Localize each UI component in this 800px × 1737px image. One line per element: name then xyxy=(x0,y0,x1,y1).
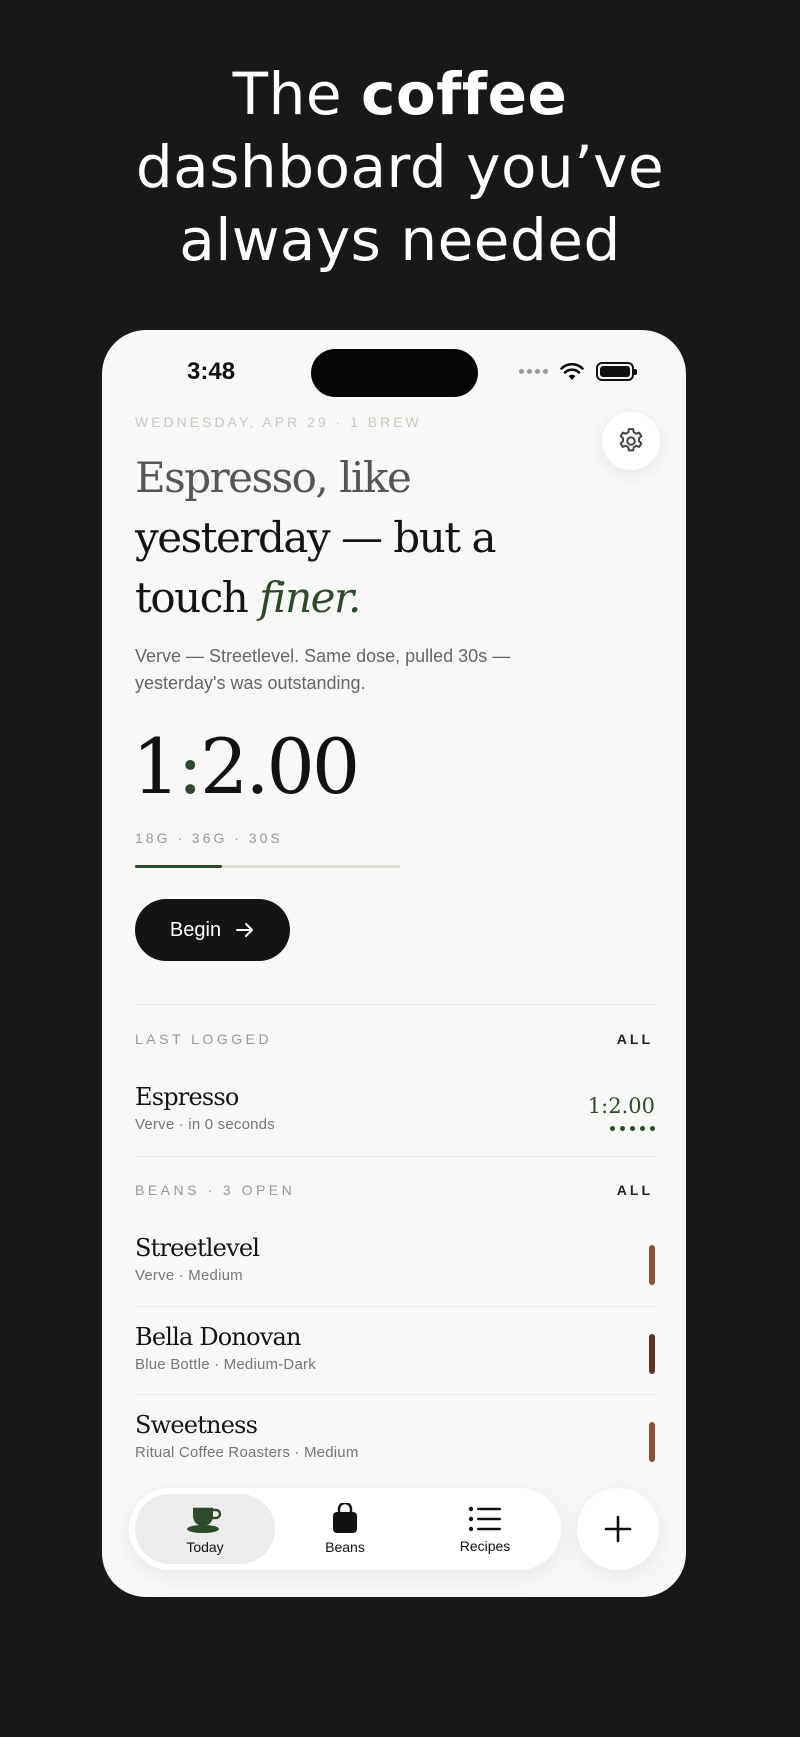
plus-icon xyxy=(604,1515,632,1543)
headline-line-3: always needed xyxy=(179,206,621,274)
bean-subtitle: Verve · Medium xyxy=(135,1267,243,1284)
rating-dot xyxy=(620,1126,625,1131)
headline-line-2: dashboard you’ve xyxy=(135,133,665,201)
brew-progress-bar xyxy=(135,865,400,868)
rating-dot xyxy=(610,1126,615,1131)
bean-item[interactable]: Bella Donovan Blue Bottle · Medium-Dark xyxy=(135,1322,655,1384)
headline-text: The xyxy=(232,60,361,128)
headline-bold: coffee xyxy=(360,60,568,128)
last-logged-label: LAST LOGGED xyxy=(135,1031,273,1047)
ratio-right: 2.00 xyxy=(199,722,360,811)
page-title: Espresso, like yesterday — but a touch f… xyxy=(135,448,555,628)
date-line: WEDNESDAY, APR 29 · 1 BREW xyxy=(135,414,422,430)
bean-title: Sweetness xyxy=(135,1411,258,1439)
bean-title: Bella Donovan xyxy=(135,1323,301,1351)
signal-icon xyxy=(519,369,548,374)
brew-description: Verve — Streetlevel. Same dose, pulled 3… xyxy=(135,646,511,693)
settings-button[interactable] xyxy=(602,412,660,470)
tab-recipes[interactable]: Recipes xyxy=(415,1494,555,1564)
rating-dots xyxy=(588,1126,655,1131)
bean-item[interactable]: Sweetness Ritual Coffee Roasters · Mediu… xyxy=(135,1410,655,1472)
begin-button[interactable]: Begin xyxy=(135,899,290,961)
divider xyxy=(135,1156,655,1157)
dynamic-island xyxy=(311,349,478,397)
tab-today[interactable]: Today xyxy=(135,1494,275,1564)
status-time: 3:48 xyxy=(187,358,236,385)
tab-label: Recipes xyxy=(459,1538,511,1554)
rating-dot xyxy=(650,1126,655,1131)
battery-icon xyxy=(596,362,637,381)
roast-level-bar xyxy=(649,1334,655,1374)
last-logged-ratio: 1:2.00 xyxy=(587,1094,655,1118)
marketing-headline: The coffee dashboard you’ve always neede… xyxy=(0,58,800,277)
bean-subtitle: Ritual Coffee Roasters · Medium xyxy=(135,1444,359,1461)
bean-item[interactable]: Streetlevel Verve · Medium xyxy=(135,1233,655,1295)
rating-dot xyxy=(630,1126,635,1131)
beans-all-link[interactable]: ALL xyxy=(617,1182,653,1198)
last-logged-subtitle: Verve · in 0 seconds xyxy=(135,1116,275,1133)
title-line-3: touch xyxy=(135,573,260,622)
title-line-2: yesterday — but a xyxy=(135,513,497,562)
roast-level-bar xyxy=(649,1245,655,1285)
title-accent: finer. xyxy=(259,573,361,622)
last-logged-all-link[interactable]: ALL xyxy=(617,1031,653,1047)
brew-parameters: 18G · 36G · 30S xyxy=(135,830,283,846)
roast-level-bar xyxy=(649,1422,655,1462)
divider xyxy=(135,1004,655,1005)
beans-label: BEANS · 3 OPEN xyxy=(135,1182,296,1198)
tab-label: Beans xyxy=(325,1539,365,1555)
status-icons xyxy=(519,362,637,381)
bag-icon xyxy=(333,1503,357,1533)
title-line-1: Espresso, like xyxy=(135,453,412,502)
tab-bar: Today Beans Recipes xyxy=(129,1488,561,1570)
divider xyxy=(135,1394,655,1395)
phone-screen: 3:48 WEDNESDAY, APR 29 · 1 BREW Espresso… xyxy=(102,330,686,1597)
last-logged-item[interactable]: Espresso Verve · in 0 seconds 1:2.00 xyxy=(135,1082,655,1144)
coffee-cup-icon xyxy=(187,1506,222,1533)
last-logged-meta: 1:2.00 xyxy=(588,1094,655,1131)
bean-subtitle: Blue Bottle · Medium-Dark xyxy=(135,1356,316,1373)
brew-progress-fill xyxy=(135,865,223,868)
tab-label: Today xyxy=(186,1539,224,1555)
add-brew-button[interactable] xyxy=(577,1488,659,1570)
bean-title: Streetlevel xyxy=(135,1234,260,1262)
wifi-icon xyxy=(560,362,584,380)
tab-beans[interactable]: Beans xyxy=(275,1494,415,1564)
arrow-right-icon xyxy=(236,923,254,937)
ratio-colon: : xyxy=(177,722,203,811)
gear-icon xyxy=(619,428,643,452)
divider xyxy=(135,1306,655,1307)
brew-ratio: 1:2.00 xyxy=(132,722,360,812)
rating-dot xyxy=(640,1126,645,1131)
list-icon xyxy=(468,1506,501,1532)
begin-label: Begin xyxy=(169,918,222,941)
ratio-left: 1 xyxy=(132,722,180,811)
last-logged-title: Espresso xyxy=(135,1083,239,1111)
